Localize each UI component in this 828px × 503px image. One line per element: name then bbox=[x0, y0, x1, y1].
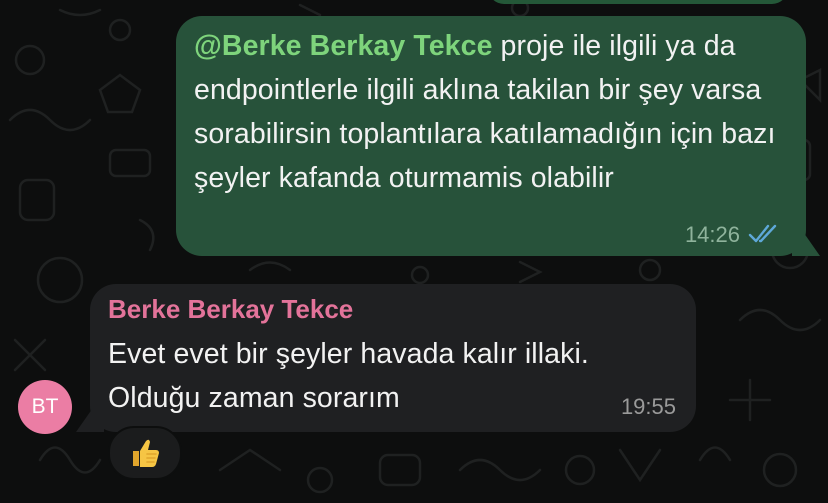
sender-name[interactable]: Berke Berkay Tekce bbox=[108, 294, 353, 325]
reaction-badge[interactable] bbox=[108, 426, 182, 480]
incoming-message-text: Evet evet bir şeyler havada kalır illaki… bbox=[108, 338, 589, 414]
incoming-message-bubble[interactable]: Berke Berkay Tekce Evet evet bir şeyler … bbox=[76, 284, 696, 432]
mention-link[interactable]: @Berke Berkay Tekce bbox=[194, 30, 493, 62]
incoming-message-time: 19:55 bbox=[620, 394, 676, 419]
thumbs-up-icon bbox=[133, 439, 159, 467]
avatar[interactable]: BT bbox=[18, 380, 72, 434]
outgoing-message-bubble[interactable]: @Berke Berkay Tekce proje ile ilgili ya … bbox=[176, 16, 820, 256]
avatar-initials: BT bbox=[31, 395, 59, 418]
outgoing-message-time: 14:26 bbox=[684, 222, 740, 247]
double-check-icon bbox=[748, 224, 777, 243]
outgoing-message-text: @Berke Berkay Tekce proje ile ilgili ya … bbox=[194, 24, 794, 200]
previous-message-bubble bbox=[488, 0, 788, 4]
